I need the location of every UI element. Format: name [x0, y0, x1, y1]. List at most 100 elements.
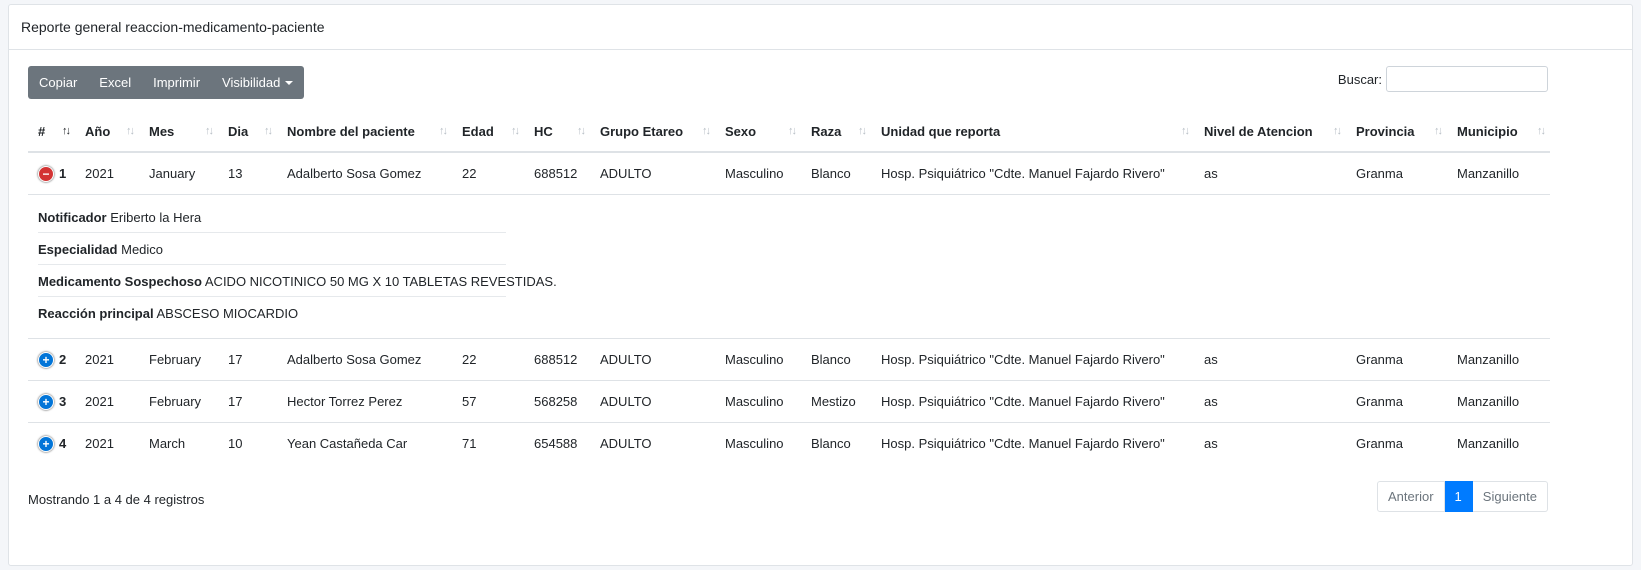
cell-nombre: Adalberto Sosa Gomez	[287, 166, 422, 181]
column-header[interactable]: Provincia ↑↓	[1346, 112, 1447, 153]
cell-hc: 568258	[524, 380, 590, 423]
prev-page-button[interactable]: Anterior	[1377, 481, 1445, 512]
cell-raza: Blanco	[811, 166, 851, 181]
cell-dia: 10	[218, 422, 277, 464]
cell-unidad: Hosp. Psiquiátrico "Cdte. Manuel Fajardo…	[871, 380, 1194, 423]
copy-button[interactable]: Copiar	[28, 66, 89, 99]
sort-arrows-icon: ↑↓	[439, 125, 448, 137]
table-row: +2 2021 February 17 Adalberto Sosa Gomez…	[28, 338, 1550, 381]
cell-provincia: Granma	[1356, 166, 1403, 181]
cell-municipio: Manzanillo	[1447, 338, 1550, 381]
column-header[interactable]: HC ↑↓	[524, 112, 590, 153]
column-header[interactable]: Año ↑↓	[75, 112, 139, 153]
cell-raza: Mestizo	[801, 380, 871, 423]
cell-dia: 13	[228, 166, 243, 181]
sort-arrows-icon: ↑↓	[1333, 125, 1342, 137]
sort-arrows-icon: ↑↓	[858, 125, 867, 137]
cell-provincia: Granma	[1346, 380, 1447, 423]
cell-unidad: Hosp. Psiquiátrico "Cdte. Manuel Fajardo…	[881, 166, 1165, 181]
cell-mes: January	[149, 166, 196, 181]
cell-nivel: as	[1204, 166, 1218, 181]
cell-sexo: Masculino	[725, 166, 784, 181]
detail-item: Medicamento Sospechoso ACIDO NICOTINICO …	[38, 265, 557, 297]
cell-edad: 22	[452, 338, 524, 381]
column-header[interactable]: Municipio ↑↓	[1447, 112, 1550, 153]
cell-unidad: Hosp. Psiquiátrico "Cdte. Manuel Fajardo…	[871, 422, 1194, 464]
column-header[interactable]: Dia ↑↓	[218, 112, 277, 153]
cell-dia: 17	[218, 380, 277, 423]
column-header[interactable]: Grupo Etareo ↑↓	[590, 112, 715, 153]
cell-grupo: ADULTO	[590, 422, 715, 464]
column-header[interactable]: Sexo ↑↓	[715, 112, 801, 153]
page-1-button[interactable]: 1	[1444, 481, 1473, 512]
sort-arrows-icon: ↑↓	[702, 125, 711, 137]
table-info: Mostrando 1 a 4 de 4 registros	[28, 492, 205, 507]
row-detail: Notificador Eriberto la Hera Especialida…	[28, 194, 1550, 339]
sort-arrows-icon: ↑↓	[511, 125, 520, 137]
cell-nivel: as	[1194, 338, 1346, 381]
excel-button[interactable]: Excel	[88, 66, 143, 99]
search-input[interactable]	[1386, 66, 1548, 92]
visibility-label: Visibilidad	[222, 75, 281, 90]
table-row: +4 2021 March 10 Yean Castañeda Car 71 6…	[28, 422, 1550, 464]
cell-mes: February	[139, 338, 218, 381]
column-header[interactable]: Nombre del paciente ↑↓	[277, 112, 452, 153]
cell-provincia: Granma	[1346, 422, 1447, 464]
detail-list: Notificador Eriberto la Hera Especialida…	[38, 201, 557, 328]
sort-arrows-icon: ↑↓	[264, 125, 273, 137]
cell-edad: 22	[462, 166, 477, 181]
cell-edad: 57	[452, 380, 524, 423]
column-header[interactable]: Nivel de Atencion ↑↓	[1194, 112, 1346, 153]
cell-municipio: Manzanillo	[1457, 166, 1520, 181]
cell-mes: February	[139, 380, 218, 423]
cell-nivel: as	[1194, 422, 1346, 464]
sort-arrows-icon: ↑↓	[788, 125, 797, 137]
minus-circle-icon[interactable]: −	[38, 165, 54, 182]
cell-nombre: Adalberto Sosa Gomez	[277, 338, 452, 381]
detail-item: Notificador Eriberto la Hera	[38, 201, 506, 233]
card-title: Reporte general reaccion-medicamento-pac…	[9, 5, 1632, 50]
detail-item: Reacción principal ABSCESO MIOCARDIO	[38, 306, 299, 321]
detail-item: Especialidad Medico	[38, 233, 506, 265]
cell-hc: 688512	[534, 166, 578, 181]
cell-sexo: Masculino	[715, 380, 801, 423]
plus-circle-icon[interactable]: +	[38, 351, 54, 368]
next-page-button[interactable]: Siguiente	[1472, 481, 1548, 512]
search-label: Buscar:	[1337, 71, 1382, 87]
report-card: Reporte general reaccion-medicamento-pac…	[8, 4, 1633, 566]
cell-anio: 2021	[85, 166, 114, 181]
cell-hc: 654588	[524, 422, 590, 464]
cell-mes: March	[139, 422, 218, 464]
column-header[interactable]: Raza ↑↓	[801, 112, 871, 153]
pagination: Anterior 1 Siguiente	[1377, 481, 1548, 512]
cell-anio: 2021	[75, 338, 139, 381]
cell-nivel: as	[1194, 380, 1346, 423]
cell-sexo: Masculino	[715, 422, 801, 464]
sort-arrows-icon: ↑↓	[205, 125, 214, 137]
cell-dia: 17	[218, 338, 277, 381]
column-header[interactable]: # ↑↓	[28, 112, 75, 153]
sort-arrows-icon: ↑↓	[1181, 125, 1190, 137]
cell-raza: Blanco	[801, 422, 871, 464]
column-header[interactable]: Mes ↑↓	[139, 112, 218, 153]
sort-arrows-icon: ↑↓	[62, 125, 71, 137]
sort-arrows-icon: ↑↓	[1434, 125, 1443, 137]
column-header[interactable]: Edad ↑↓	[452, 112, 524, 153]
sort-arrows-icon: ↑↓	[126, 125, 135, 137]
caret-down-icon	[285, 80, 294, 85]
cell-provincia: Granma	[1346, 338, 1447, 381]
export-toolbar: Copiar Excel Imprimir Visibilidad	[28, 66, 305, 99]
table-header-row: # ↑↓ Año ↑↓ Mes ↑↓ Dia ↑↓ Nombre del pacient…	[28, 112, 1550, 153]
print-button[interactable]: Imprimir	[142, 66, 212, 99]
cell-sexo: Masculino	[715, 338, 801, 381]
cell-raza: Blanco	[801, 338, 871, 381]
sort-arrows-icon: ↑↓	[1537, 125, 1546, 137]
plus-circle-icon[interactable]: +	[38, 435, 54, 452]
cell-grupo: ADULTO	[590, 380, 715, 423]
plus-circle-icon[interactable]: +	[38, 393, 54, 410]
visibility-button[interactable]: Visibilidad	[211, 66, 305, 99]
column-header[interactable]: Unidad que reporta ↑↓	[871, 112, 1194, 153]
table-row: +3 2021 February 17 Hector Torrez Perez …	[28, 380, 1550, 423]
cell-anio: 2021	[75, 422, 139, 464]
cell-edad: 71	[452, 422, 524, 464]
